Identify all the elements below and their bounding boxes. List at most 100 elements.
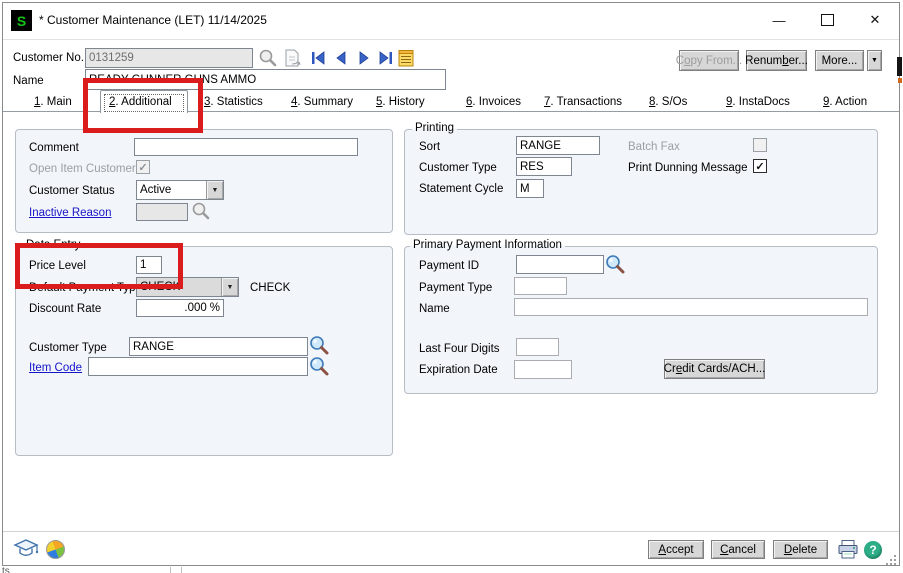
renumber-button[interactable]: Renumber... bbox=[746, 50, 807, 71]
nav-next-icon[interactable] bbox=[354, 50, 374, 66]
payment-type-label: Payment Type bbox=[419, 280, 492, 296]
resize-grip[interactable] bbox=[885, 554, 897, 566]
item-code-field[interactable] bbox=[88, 357, 308, 376]
payment-name-label: Name bbox=[419, 301, 450, 317]
print-icon[interactable] bbox=[837, 538, 859, 560]
customer-type-lookup-icon[interactable] bbox=[308, 334, 330, 356]
help-glyph: ? bbox=[869, 543, 876, 557]
inactive-reason-lookup-icon bbox=[191, 201, 211, 221]
customer-status-dropdown-icon[interactable]: ▼ bbox=[206, 181, 223, 199]
clipped-background-text: ts bbox=[2, 566, 10, 573]
discount-rate-value: .000 bbox=[140, 302, 207, 314]
open-item-customer-checkbox: ✓ bbox=[136, 160, 150, 174]
background-window-artifact bbox=[181, 567, 182, 573]
customer-status-combo[interactable]: Active ▼ bbox=[136, 180, 224, 200]
sort-label: Sort bbox=[419, 139, 440, 155]
cancel-button[interactable]: Cancel bbox=[711, 540, 765, 559]
last-four-digits-label: Last Four Digits bbox=[419, 341, 500, 357]
printing-customer-type-field[interactable] bbox=[516, 157, 572, 176]
tab-summary[interactable]: 4. Summary bbox=[291, 95, 353, 110]
customer-status-value: Active bbox=[137, 181, 206, 199]
arrow-glyph: ▼ bbox=[212, 187, 219, 194]
customer-lookup-icon bbox=[258, 48, 278, 68]
nav-previous-icon[interactable] bbox=[331, 50, 351, 66]
expiration-date-label: Expiration Date bbox=[419, 362, 498, 378]
payment-name-field bbox=[514, 298, 868, 316]
app-logo-letter: S bbox=[17, 13, 26, 29]
printing-group-title: Printing bbox=[412, 122, 457, 134]
tab-statistics[interactable]: 3. Statistics bbox=[204, 95, 263, 110]
print-dunning-label: Print Dunning Message bbox=[628, 160, 748, 176]
tab-history[interactable]: 5. History bbox=[376, 95, 425, 110]
sort-field[interactable] bbox=[516, 136, 600, 155]
help-icon[interactable]: ? bbox=[864, 541, 882, 559]
background-window-artifact bbox=[170, 567, 171, 573]
comment-label: Comment bbox=[29, 140, 79, 156]
title-bar: S * Customer Maintenance (LET) 11/14/202… bbox=[3, 3, 899, 40]
memo-icon[interactable] bbox=[398, 48, 414, 68]
batch-fax-label: Batch Fax bbox=[628, 139, 680, 155]
more-button[interactable]: More... bbox=[815, 50, 864, 71]
discount-rate-suffix: % bbox=[210, 302, 220, 314]
tab-additional[interactable]: 2. Additional bbox=[109, 95, 172, 110]
print-dunning-check-glyph: ✓ bbox=[755, 160, 764, 173]
color-wheel-icon[interactable] bbox=[46, 540, 65, 559]
tab-main[interactable]: 1. Main bbox=[34, 95, 72, 110]
accept-button[interactable]: Accept bbox=[648, 540, 704, 559]
inactive-reason-link[interactable]: Inactive Reason bbox=[29, 205, 111, 221]
nav-last-icon[interactable] bbox=[376, 50, 396, 66]
payment-type-field bbox=[514, 277, 567, 295]
graduation-cap-icon[interactable] bbox=[13, 537, 39, 559]
inactive-reason-field bbox=[136, 203, 188, 221]
customer-no-label: Customer No. bbox=[13, 50, 84, 66]
payment-id-label: Payment ID bbox=[419, 258, 479, 274]
discount-rate-field[interactable]: .000 % bbox=[136, 299, 224, 317]
tab-sos[interactable]: 8. S/Os bbox=[649, 95, 687, 110]
price-level-label: Price Level bbox=[29, 258, 86, 274]
comment-field[interactable] bbox=[134, 138, 358, 156]
copy-from-button: Copy From... bbox=[679, 50, 739, 71]
payment-id-field[interactable] bbox=[516, 255, 604, 274]
close-glyph: ✕ bbox=[870, 12, 881, 28]
customer-status-label: Customer Status bbox=[29, 183, 115, 199]
default-payment-type-label: Default Payment Type bbox=[29, 280, 142, 296]
minimize-glyph: — bbox=[773, 13, 786, 28]
open-item-check-glyph: ✓ bbox=[138, 161, 147, 174]
minimize-icon[interactable]: — bbox=[765, 7, 793, 33]
data-entry-customer-type-field[interactable] bbox=[129, 337, 308, 356]
window-title: * Customer Maintenance (LET) 11/14/2025 bbox=[39, 13, 267, 27]
data-entry-customer-type-label: Customer Type bbox=[29, 340, 107, 356]
customer-no-field bbox=[85, 48, 253, 68]
item-code-link[interactable]: Item Code bbox=[29, 360, 82, 376]
statement-cycle-label: Statement Cycle bbox=[419, 181, 503, 197]
discount-rate-label: Discount Rate bbox=[29, 301, 101, 317]
close-icon[interactable]: ✕ bbox=[861, 7, 889, 33]
credit-cards-ach-button[interactable]: Credit Cards/ACH... bbox=[664, 359, 765, 379]
maximize-icon[interactable] bbox=[813, 7, 841, 33]
tab-transactions[interactable]: 7. Transactions bbox=[544, 95, 622, 110]
nav-first-icon[interactable] bbox=[308, 50, 328, 66]
delete-button[interactable]: Delete bbox=[773, 540, 828, 559]
maximize-glyph bbox=[821, 14, 834, 26]
print-dunning-checkbox[interactable]: ✓ bbox=[753, 159, 767, 173]
item-code-lookup-icon[interactable] bbox=[308, 355, 330, 377]
last-four-digits-field bbox=[516, 338, 559, 356]
tab-invoices[interactable]: 6. Invoices bbox=[466, 95, 521, 110]
name-field[interactable] bbox=[85, 69, 446, 90]
price-level-field[interactable] bbox=[136, 256, 162, 274]
batch-fax-checkbox bbox=[753, 138, 767, 152]
statement-cycle-field[interactable] bbox=[516, 179, 544, 198]
arrow-glyph: ▼ bbox=[227, 284, 234, 291]
default-payment-type-combo[interactable]: CHECK ▼ bbox=[136, 277, 239, 297]
payment-id-lookup-icon[interactable] bbox=[604, 253, 626, 275]
default-payment-type-desc: CHECK bbox=[250, 280, 290, 296]
tab-instadocs[interactable]: 9. InstaDocs bbox=[726, 95, 790, 110]
footer-divider bbox=[3, 531, 899, 532]
default-payment-type-dropdown-icon[interactable]: ▼ bbox=[221, 278, 238, 296]
customer-maintenance-window: S * Customer Maintenance (LET) 11/14/202… bbox=[2, 2, 900, 566]
more-dropdown-icon[interactable]: ▼ bbox=[867, 50, 882, 71]
more-arrow-glyph: ▼ bbox=[871, 57, 878, 64]
tab-action[interactable]: 9. Action bbox=[823, 95, 867, 110]
open-item-customer-label: Open Item Customer bbox=[29, 161, 136, 177]
copy-record-icon bbox=[282, 48, 302, 68]
